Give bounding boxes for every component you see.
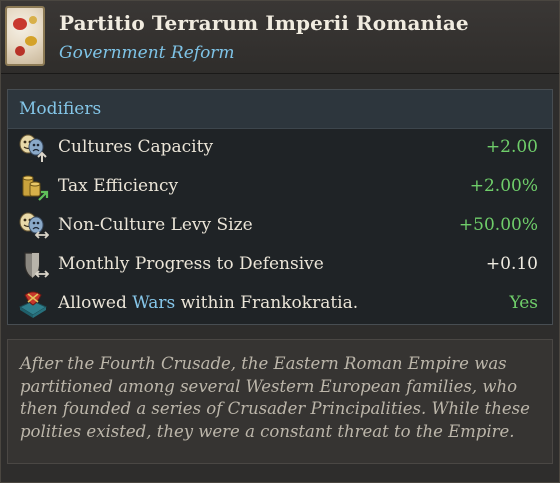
modifier-row-tax-efficiency: Tax Efficiency +2.00% [8, 168, 552, 207]
modifier-row-cultures-capacity: Cultures Capacity +2.00 [8, 129, 552, 168]
modifier-label: Tax Efficiency [58, 176, 179, 196]
reform-description: After the Fourth Crusade, the Eastern Ro… [7, 339, 553, 464]
modifier-value: +50.00% [458, 215, 538, 235]
modifier-label: Non-Culture Levy Size [58, 215, 253, 235]
modifier-row-allowed-wars: Allowed Wars within Frankokratia. Yes [8, 285, 552, 324]
modifier-label-suffix: within Frankokratia. [175, 293, 359, 313]
reform-type-label: Government Reform [59, 43, 235, 63]
government-reform-tooltip: Partitio Terrarum Imperii Romaniae Gover… [0, 0, 560, 483]
modifier-value: +0.10 [485, 254, 538, 274]
modifier-label: Cultures Capacity [58, 137, 214, 157]
modifiers-panel: Modifiers Cultures Capacity +2.00 Tax Ef… [7, 89, 553, 325]
reform-emblem-icon [5, 6, 45, 66]
modifier-label: Allowed Wars within Frankokratia. [58, 293, 358, 313]
modifier-label-prefix: Allowed [58, 293, 133, 313]
modifier-value: +2.00% [469, 176, 538, 196]
modifier-label: Monthly Progress to Defensive [58, 254, 324, 274]
war-book-icon [18, 291, 48, 318]
theater-masks-capacity-icon [19, 134, 47, 162]
modifiers-heading: Modifiers [8, 90, 552, 129]
reform-title: Partitio Terrarum Imperii Romaniae [59, 11, 469, 35]
shield-defensive-icon [24, 252, 49, 279]
modifier-row-levy-size: Non-Culture Levy Size +50.00% [8, 207, 552, 246]
gold-coins-tax-icon [22, 175, 49, 201]
modifier-value: Yes [509, 293, 538, 313]
modifier-value: +2.00 [485, 137, 538, 157]
theater-masks-levy-icon [19, 212, 49, 239]
modifiers-heading-label: Modifiers [19, 99, 102, 119]
wars-link[interactable]: Wars [132, 293, 175, 313]
modifier-row-defensive-progress: Monthly Progress to Defensive +0.10 [8, 246, 552, 285]
tooltip-header: Partitio Terrarum Imperii Romaniae Gover… [1, 1, 559, 74]
